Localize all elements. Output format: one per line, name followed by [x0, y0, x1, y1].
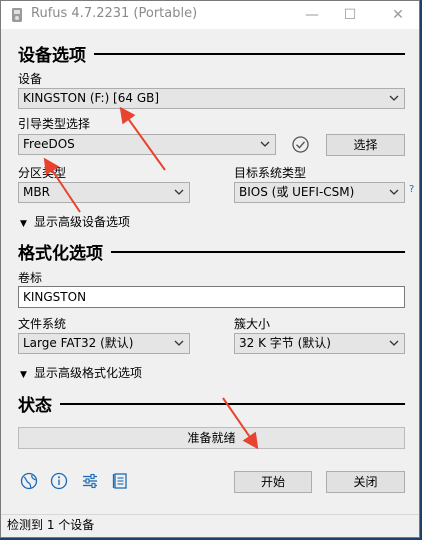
target-system-value: BIOS (或 UEFI-CSM): [239, 185, 355, 199]
start-button[interactable]: 开始: [234, 471, 312, 493]
footer-text: 检测到 1 个设备: [7, 518, 95, 532]
chevron-down-icon: [260, 141, 270, 147]
status-header: 状态: [18, 391, 405, 416]
volume-label-label: 卷标: [18, 271, 43, 285]
section-title: 格式化选项: [18, 239, 111, 264]
close-button[interactable]: 关闭: [326, 471, 405, 493]
minimize-button[interactable]: —: [291, 1, 333, 29]
chevron-down-icon: ▼: [20, 219, 27, 229]
globe-icon[interactable]: [20, 472, 38, 490]
check-circle-icon[interactable]: [291, 135, 310, 154]
chevron-down-icon: ▼: [20, 370, 27, 380]
toggle-label: 显示高级设备选项: [34, 215, 131, 229]
drive-properties-header: 设备选项: [18, 41, 405, 66]
maximize-button[interactable]: ☐: [329, 1, 371, 29]
show-advanced-drive-toggle[interactable]: ▼ 显示高级设备选项: [20, 213, 130, 230]
device-label: 设备: [18, 72, 43, 86]
device-dropdown[interactable]: KINGSTON (F:) [64 GB]: [18, 88, 405, 109]
chevron-down-icon: [389, 95, 399, 101]
device-value: KINGSTON (F:) [64 GB]: [23, 91, 160, 105]
chevron-down-icon: [389, 340, 399, 346]
target-help-icon[interactable]: ?: [409, 184, 414, 195]
cluster-size-value: 32 K 字节 (默认): [239, 336, 331, 350]
boot-selection-value: FreeDOS: [23, 137, 75, 151]
info-icon[interactable]: [50, 472, 68, 490]
cluster-size-dropdown[interactable]: 32 K 字节 (默认): [234, 333, 405, 354]
section-divider: [18, 403, 405, 405]
target-system-dropdown[interactable]: BIOS (或 UEFI-CSM): [234, 182, 405, 203]
toggle-label: 显示高级格式化选项: [34, 366, 143, 380]
select-image-button[interactable]: 选择: [326, 134, 405, 156]
close-window-button[interactable]: ✕: [377, 1, 419, 29]
show-advanced-format-toggle[interactable]: ▼ 显示高级格式化选项: [20, 364, 142, 381]
log-icon[interactable]: [111, 472, 129, 490]
boot-selection-dropdown[interactable]: FreeDOS: [18, 134, 276, 155]
cluster-size-label: 簇大小: [234, 317, 271, 331]
chevron-down-icon: [389, 189, 399, 195]
boot-selection-label: 引导类型选择: [18, 117, 91, 131]
status-footer: 检测到 1 个设备: [1, 514, 419, 537]
format-options-header: 格式化选项: [18, 239, 405, 264]
status-progress-bar: 准备就绪: [18, 427, 405, 449]
section-title: 状态: [18, 391, 60, 416]
partition-scheme-label: 分区类型: [18, 166, 67, 180]
file-system-value: Large FAT32 (默认): [23, 336, 134, 350]
target-system-label: 目标系统类型: [234, 166, 307, 180]
window-title: Rufus 4.7.2231 (Portable): [31, 6, 198, 21]
section-title: 设备选项: [18, 41, 94, 66]
file-system-label: 文件系统: [18, 317, 67, 331]
chevron-down-icon: [174, 340, 184, 346]
chevron-down-icon: [174, 189, 184, 195]
usb-drive-icon: [12, 8, 22, 22]
partition-scheme-dropdown[interactable]: MBR: [18, 182, 190, 203]
volume-label-input[interactable]: KINGSTON: [18, 286, 405, 308]
partition-scheme-value: MBR: [23, 185, 50, 199]
rufus-window: Rufus 4.7.2231 (Portable) — ☐ ✕ 设备选项 设备 …: [0, 0, 420, 538]
settings-sliders-icon[interactable]: [81, 472, 99, 490]
file-system-dropdown[interactable]: Large FAT32 (默认): [18, 333, 190, 354]
title-bar[interactable]: Rufus 4.7.2231 (Portable) — ☐ ✕: [1, 1, 419, 29]
